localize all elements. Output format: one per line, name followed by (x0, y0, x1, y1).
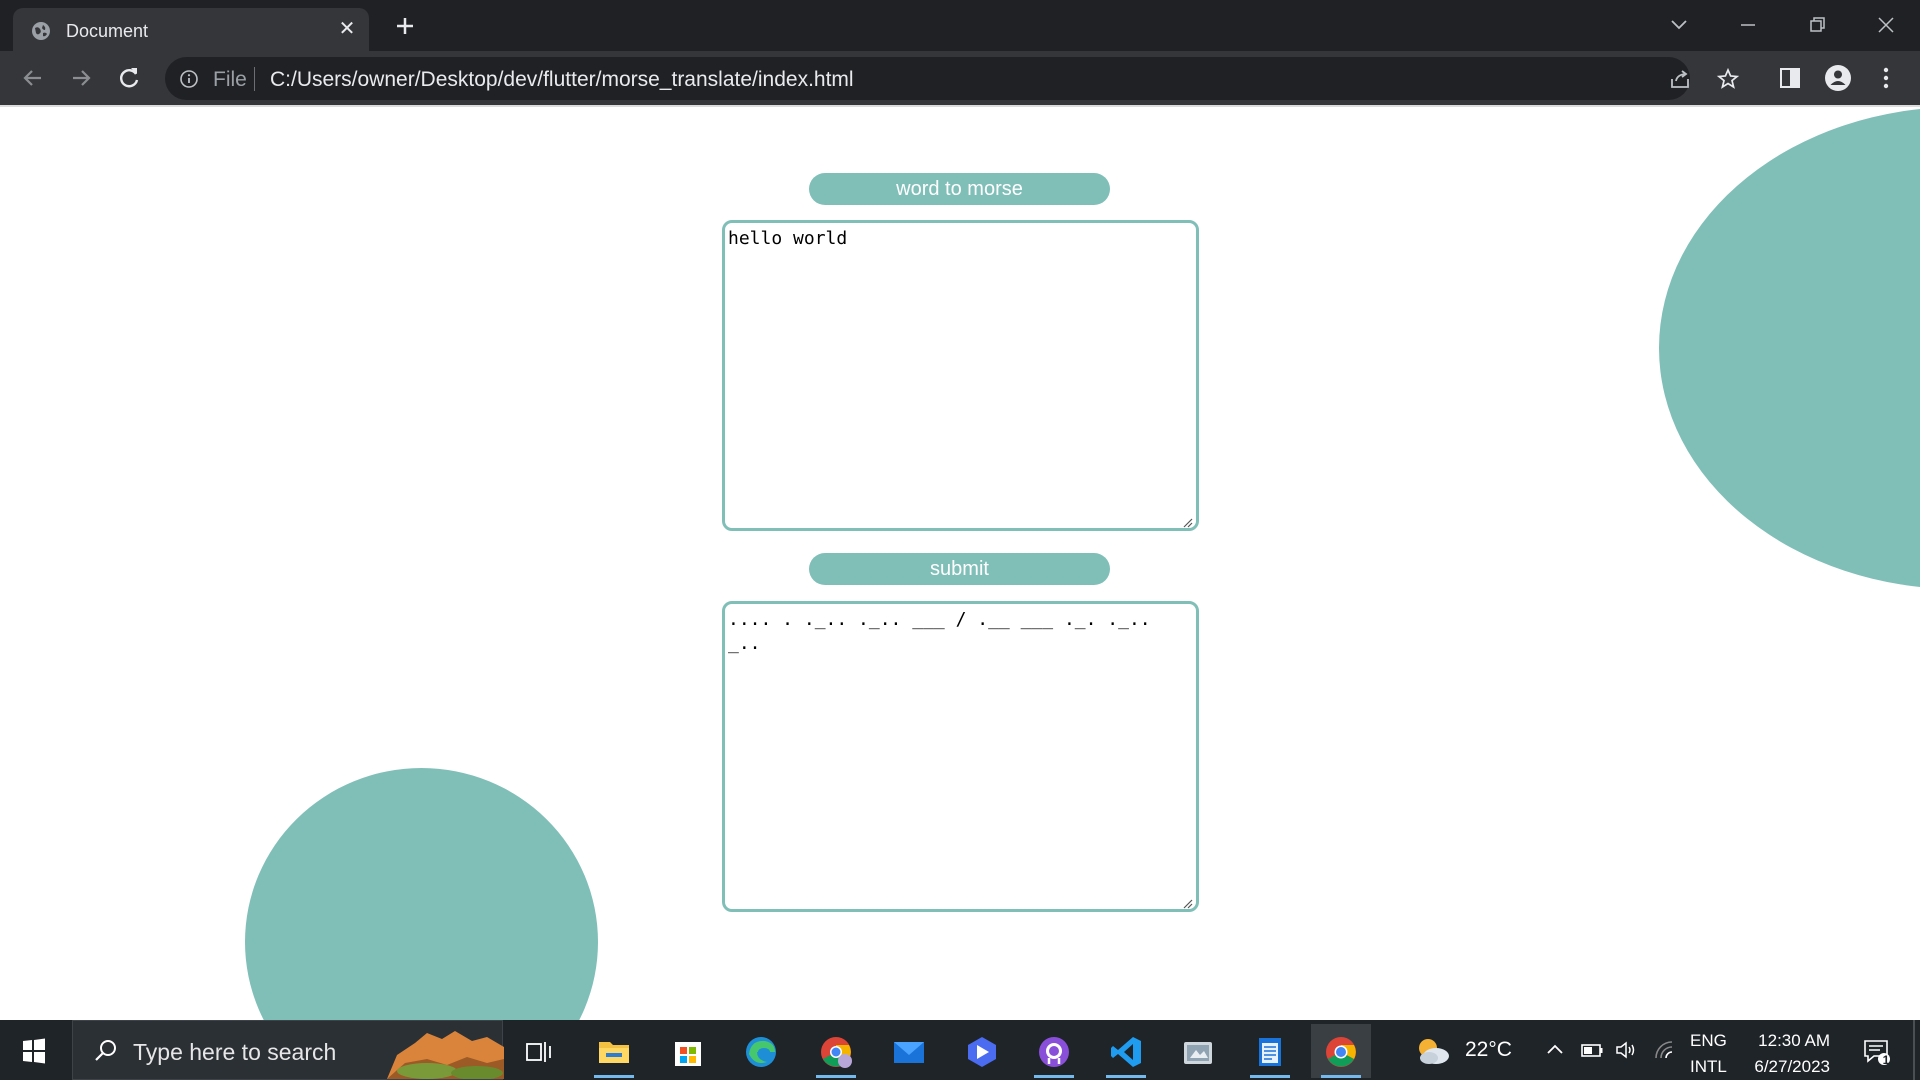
decor-circle-right (1659, 107, 1920, 589)
speaker-icon[interactable] (1614, 1038, 1638, 1062)
chrome-profile-icon (821, 1037, 852, 1068)
back-icon[interactable] (19, 64, 47, 92)
running-indicator (816, 1075, 856, 1078)
language-code: ENG (1690, 1031, 1727, 1050)
taskbar-search[interactable]: Type here to search (72, 1020, 504, 1080)
running-indicator (1250, 1075, 1290, 1078)
url-text[interactable]: C:/Users/owner/Desktop/dev/flutter/morse… (270, 68, 854, 92)
taskbar-chrome[interactable] (1311, 1024, 1371, 1078)
tab-search-icon[interactable] (1664, 10, 1694, 40)
show-desktop-button[interactable] (1913, 1020, 1915, 1080)
running-indicator (594, 1075, 634, 1078)
power-automate-icon (968, 1037, 996, 1067)
url-divider (254, 67, 255, 91)
running-indicator (1106, 1075, 1146, 1078)
taskbar-chrome-profile[interactable] (806, 1024, 866, 1078)
taskbar-snipping-tool[interactable] (1168, 1024, 1228, 1078)
weather-icon[interactable] (1412, 1034, 1452, 1068)
morse-output[interactable]: .... . ._.. ._.. ___ / .__ ___ ._. ._.. … (722, 601, 1199, 912)
submit-button[interactable]: submit (809, 553, 1110, 585)
star-icon[interactable] (1716, 67, 1740, 91)
edge-icon (746, 1037, 776, 1067)
browser-toolbar: File C:/Users/owner/Desktop/dev/flutter/… (0, 51, 1920, 105)
tab-document[interactable]: Document ✕ (13, 8, 369, 51)
globe-icon (32, 22, 50, 40)
menu-kebab-icon[interactable] (1872, 64, 1900, 92)
task-view-icon (526, 1042, 551, 1062)
vscode-icon (1111, 1037, 1141, 1067)
share-icon[interactable] (1668, 67, 1692, 91)
restore-icon[interactable] (1802, 10, 1832, 40)
running-indicator (1034, 1075, 1074, 1078)
taskbar-power-automate[interactable] (952, 1024, 1012, 1078)
resize-grip-icon[interactable] (1181, 897, 1193, 909)
url-scheme: File (213, 68, 247, 91)
running-indicator (1321, 1075, 1361, 1078)
new-tab-button[interactable] (390, 12, 420, 40)
taskbar-microsoft-store[interactable] (658, 1024, 718, 1078)
battery-icon[interactable] (1580, 1038, 1604, 1062)
chevron-up-icon[interactable] (1543, 1038, 1567, 1062)
clock-date: 6/27/2023 (1754, 1057, 1830, 1076)
notification-count: 1 (1882, 1053, 1890, 1067)
info-icon[interactable] (179, 69, 199, 89)
page-title: word to morse (809, 173, 1110, 205)
mail-icon (894, 1042, 924, 1063)
weather-temperature[interactable]: 22°C (1465, 1038, 1512, 1062)
taskbar-vscode[interactable] (1096, 1024, 1156, 1078)
decor-circle-left (245, 768, 598, 1020)
notepad-icon (1259, 1038, 1281, 1066)
taskbar-task-view[interactable] (509, 1024, 569, 1078)
address-bar[interactable]: File C:/Users/owner/Desktop/dev/flutter/… (165, 57, 1740, 100)
taskbar-mail[interactable] (879, 1024, 939, 1078)
reload-icon[interactable] (115, 64, 143, 92)
tab-title: Document (66, 21, 149, 41)
close-tab-icon[interactable]: ✕ (336, 18, 358, 40)
word-input[interactable]: hello world (722, 220, 1199, 531)
github-icon (1039, 1037, 1069, 1067)
forward-icon[interactable] (67, 64, 95, 92)
search-highlight-image (387, 1031, 504, 1079)
clock-time: 12:30 AM (1758, 1031, 1830, 1050)
taskbar-notepad[interactable] (1240, 1024, 1300, 1078)
search-placeholder: Type here to search (133, 1039, 337, 1065)
wifi-icon[interactable] (1652, 1038, 1676, 1062)
folder-icon (599, 1042, 629, 1063)
taskbar: Type here to search 22°C ENG INTL 12:30 … (0, 1020, 1920, 1080)
taskbar-file-explorer[interactable] (584, 1024, 644, 1078)
windows-start-icon[interactable] (14, 1034, 54, 1068)
resize-grip-icon[interactable] (1181, 516, 1193, 528)
side-panel-icon[interactable] (1776, 64, 1804, 92)
keyboard-layout: INTL (1690, 1057, 1727, 1076)
taskbar-edge[interactable] (731, 1024, 791, 1078)
page-viewport: word to morse hello world submit .... . … (0, 107, 1920, 1020)
browser-titlebar: Document ✕ (0, 0, 1920, 51)
close-window-icon[interactable] (1871, 10, 1901, 40)
chrome-icon (1326, 1037, 1356, 1067)
snipping-tool-icon (1184, 1042, 1212, 1064)
store-icon (675, 1042, 701, 1066)
clock[interactable]: 12:30 AM 6/27/2023 (1744, 1028, 1830, 1080)
profile-icon[interactable] (1824, 64, 1852, 92)
search-icon (95, 1040, 116, 1061)
minimize-icon[interactable] (1733, 10, 1763, 40)
input-language[interactable]: ENG INTL (1690, 1028, 1727, 1080)
taskbar-github-desktop[interactable] (1024, 1024, 1084, 1078)
